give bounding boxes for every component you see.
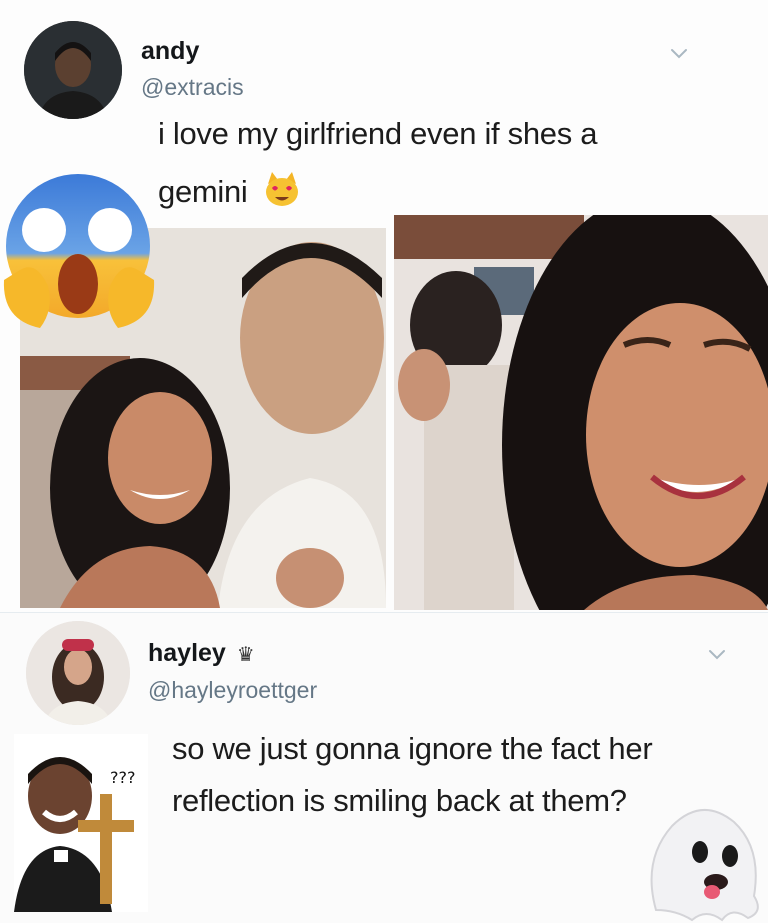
tweet-text-line-2: gemini <box>158 168 302 216</box>
author-handle[interactable]: @extracis <box>141 74 244 101</box>
avatar-hayley[interactable] <box>26 621 130 725</box>
tweet-text-line-2: reflection is smiling back at them? <box>172 783 627 818</box>
avatar-andy[interactable] <box>24 21 122 119</box>
tweet-text-line-1: i love my girlfriend even if shes a <box>158 116 598 151</box>
avatar-hayley-portrait <box>26 621 130 725</box>
author-name[interactable]: hayley ♛ <box>148 639 255 668</box>
girl-closeup-image <box>394 215 768 610</box>
chevron-down-icon[interactable] <box>706 643 728 665</box>
author-name[interactable]: andy <box>141 37 199 66</box>
tweet-text-line-1: so we just gonna ignore the fact her <box>172 731 653 766</box>
author-name-text: hayley <box>148 639 226 667</box>
chevron-down-icon[interactable] <box>668 42 690 64</box>
photo-girl-closeup[interactable] <box>394 215 768 610</box>
avatar-andy-portrait <box>24 21 122 119</box>
author-handle[interactable]: @hayleyroettger <box>148 677 317 704</box>
crown-icon: ♛ <box>236 644 255 666</box>
heart-eyes-cat-emoji-icon <box>265 172 298 206</box>
screaming-face-emoji-icon <box>3 174 155 328</box>
ghost-emoji-icon <box>650 808 759 922</box>
priest-cross-sticker <box>14 734 148 912</box>
sticker-image: ??? <box>14 734 148 912</box>
tweet-text-gemini: gemini <box>158 174 248 209</box>
sticker-question-marks: ??? <box>110 768 136 787</box>
